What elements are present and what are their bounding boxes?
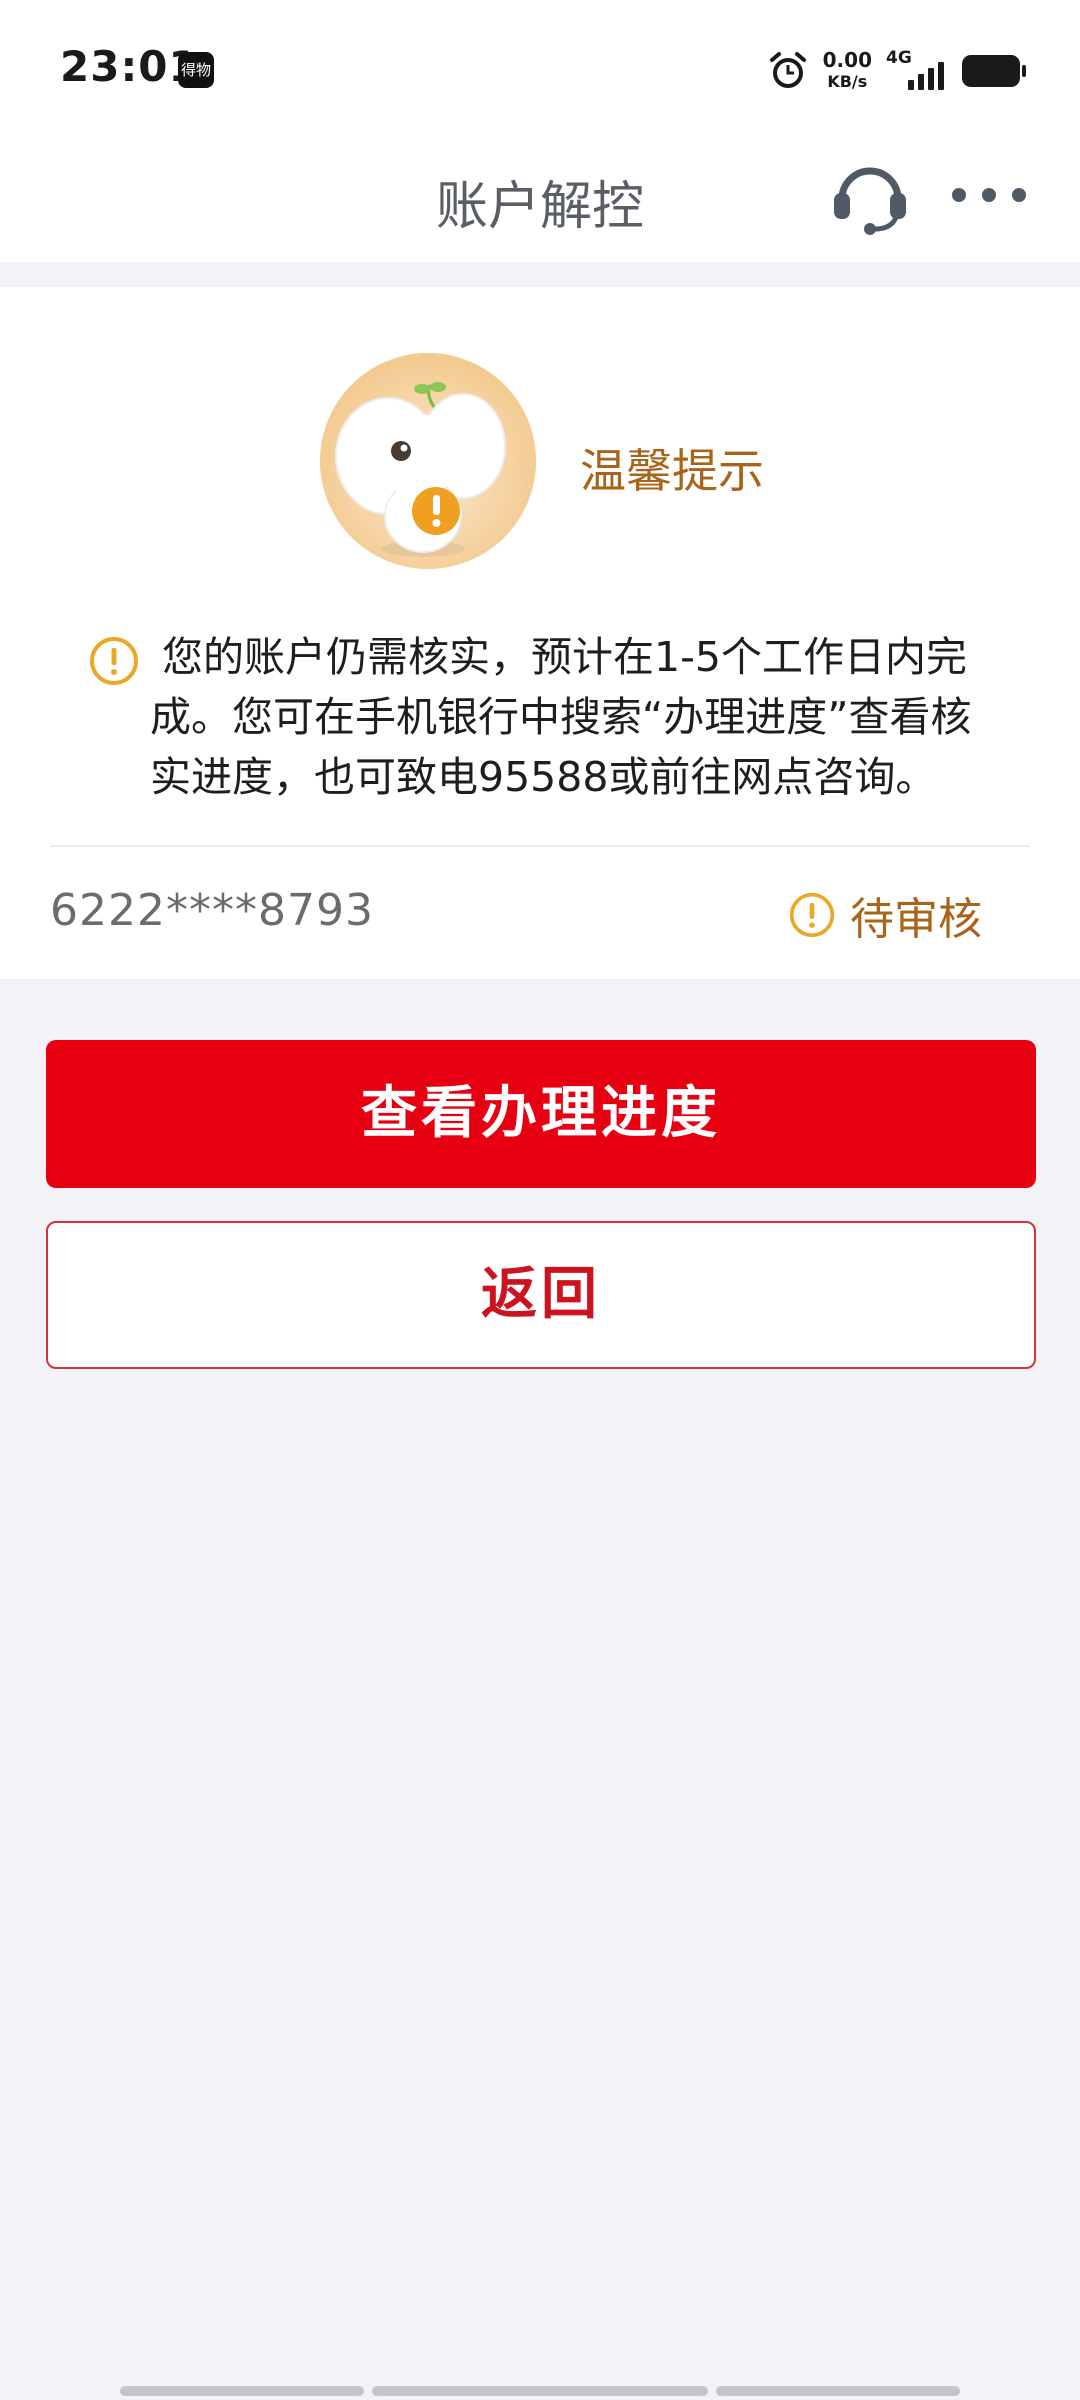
more-icon: [952, 188, 966, 202]
pending-icon: [789, 892, 835, 938]
account-status: 待审核: [788, 883, 982, 947]
alarm-icon: [769, 52, 806, 88]
view-progress-button[interactable]: 查看办理进度: [46, 1040, 1036, 1188]
more-icon-dot: [982, 188, 996, 202]
elephant-mascot-icon: [320, 353, 536, 569]
warning-icon: [90, 637, 138, 685]
nav-bar: 账户解控: [0, 140, 1080, 262]
battery-icon: [962, 55, 1026, 87]
more-button[interactable]: [952, 170, 1026, 220]
app-notification-icon: 得物: [178, 52, 214, 88]
status-icons: 0.00 KB/s 4G: [767, 46, 1026, 96]
tip-card: 温馨提示 您的账户仍需核实，预计在1-5个工作日内完成。您可在手机银行中搜索“办…: [0, 287, 1080, 979]
network-type-label: 4G: [886, 48, 912, 68]
tip-message: 您的账户仍需核实，预计在1-5个工作日内完成。您可在手机银行中搜索“办理进度”查…: [150, 633, 972, 801]
network-speed-value: 0.00: [822, 48, 872, 72]
gesture-bar-right: [716, 2386, 960, 2396]
customer-service-icon[interactable]: [830, 155, 910, 235]
tip-title: 温馨提示: [580, 444, 764, 498]
account-status-label: 待审核: [850, 894, 982, 945]
gesture-bar-left: [120, 2386, 364, 2396]
gesture-bar-center[interactable]: [372, 2386, 708, 2396]
signal-icon: 4G: [886, 48, 948, 94]
more-icon-dot: [1012, 188, 1026, 202]
status-bar: 23:01 得物 0.00 KB/s 4G: [0, 0, 1080, 140]
network-speed-unit: KB/s: [827, 72, 868, 91]
divider: [50, 845, 1030, 847]
page-title: 账户解控: [435, 177, 644, 237]
back-button[interactable]: 返回: [46, 1221, 1036, 1369]
network-speed: 0.00 KB/s: [823, 49, 872, 93]
account-number: 6222****8793: [50, 885, 374, 936]
